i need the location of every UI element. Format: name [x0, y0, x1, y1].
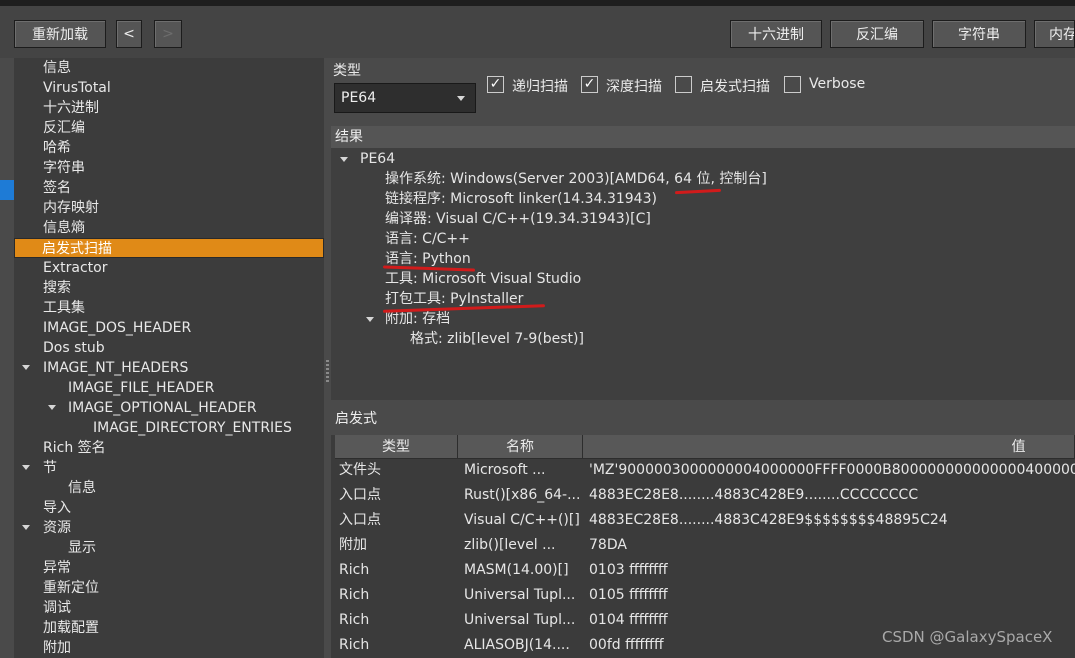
results-tree: PE64 操作系统: Windows(Server 2003)[AMD64, 6… [331, 148, 1075, 400]
hex-button[interactable]: 十六进制 [730, 20, 822, 48]
sidebar-item-directory-entries[interactable]: IMAGE_DIRECTORY_ENTRIES [14, 418, 324, 438]
forward-button[interactable]: > [154, 20, 182, 48]
type-select[interactable]: PE64 [334, 83, 476, 113]
expand-pe64-icon[interactable] [340, 157, 348, 162]
sidebar-item-entropy[interactable]: 信息熵 [14, 218, 324, 238]
sidebar: 信息 VirusTotal 十六进制 反汇编 哈希 字符串 签名 内存映射 信息… [14, 58, 324, 658]
splitter-handle-icon[interactable] [326, 360, 329, 384]
sidebar-item-debug[interactable]: 调试 [14, 598, 324, 618]
sidebar-item-relocations[interactable]: 重新定位 [14, 578, 324, 598]
expand-overlay-icon[interactable] [366, 317, 374, 322]
sidebar-item-imports[interactable]: 导入 [14, 498, 324, 518]
heuristic-table: 类型 名称 值 文件头 Microsoft ... 'MZ'9000003000… [331, 435, 1075, 658]
table-cell-name[interactable]: Universal Tupl... [464, 608, 582, 633]
table-cell-value[interactable]: 78DA [589, 533, 1075, 558]
sidebar-item-info[interactable]: 信息 [14, 58, 324, 78]
sidebar-item-dos-stub[interactable]: Dos stub [14, 338, 324, 358]
chevron-down-icon [457, 96, 465, 101]
results-title: 结果 [331, 126, 1075, 148]
sidebar-item-search[interactable]: 搜索 [14, 278, 324, 298]
sidebar-item-disasm[interactable]: 反汇编 [14, 118, 324, 138]
result-tool[interactable]: 工具: Microsoft Visual Studio [385, 269, 581, 289]
heuristic-scan-label: 启发式扫描 [700, 79, 770, 95]
verbose-checkbox[interactable] [784, 76, 801, 93]
table-cell-name[interactable]: Universal Tupl... [464, 583, 582, 608]
splitter[interactable] [324, 58, 331, 658]
sidebar-item-section-info[interactable]: 信息 [14, 478, 324, 498]
sidebar-item-virustotal[interactable]: VirusTotal [14, 78, 324, 98]
memory-map-button[interactable]: 内存映射 [1034, 20, 1075, 48]
heuristic-title: 启发式 [331, 408, 1075, 430]
table-cell-type[interactable]: 文件头 [339, 458, 458, 483]
annotation-underline-64bit [674, 188, 722, 195]
table-cell-type[interactable]: 附加 [339, 533, 458, 558]
selection-marker [0, 180, 14, 200]
table-cell-type[interactable]: 入口点 [339, 508, 458, 533]
reload-button[interactable]: 重新加载 [14, 20, 106, 48]
toolbar: 重新加载 < > 十六进制 反汇编 字符串 内存映射 [0, 0, 1075, 58]
column-header-value[interactable]: 值 [583, 435, 1075, 459]
sidebar-item-hex[interactable]: 十六进制 [14, 98, 324, 118]
sidebar-item-signatures[interactable]: 签名 [14, 178, 324, 198]
table-cell-value[interactable]: 'MZ'9000003000000004000000FFFF0000B80000… [589, 458, 1075, 483]
result-os[interactable]: 操作系统: Windows(Server 2003)[AMD64, 64 位, … [385, 169, 767, 189]
column-header-name[interactable]: 名称 [458, 435, 583, 459]
verbose-label: Verbose [809, 76, 866, 92]
result-root[interactable]: PE64 [360, 149, 395, 169]
sidebar-item-resources[interactable]: 资源 [14, 518, 324, 538]
sidebar-item-file-header[interactable]: IMAGE_FILE_HEADER [14, 378, 324, 398]
table-cell-name[interactable]: Visual C/C++()[] [464, 508, 582, 533]
heuristic-scan-checkbox[interactable] [675, 76, 692, 93]
table-cell-value[interactable]: 4883EC28E8........4883C428E9........CCCC… [589, 483, 1075, 508]
sidebar-item-rich-signature[interactable]: Rich 签名 [14, 438, 324, 458]
strings-button[interactable]: 字符串 [932, 20, 1026, 48]
table-cell-type[interactable]: Rich [339, 558, 458, 583]
sidebar-item-nt-headers[interactable]: IMAGE_NT_HEADERS [14, 358, 324, 378]
sidebar-item-overlay[interactable]: 附加 [14, 638, 324, 658]
sidebar-item-memory-map[interactable]: 内存映射 [14, 198, 324, 218]
result-compiler[interactable]: 编译器: Visual C/C++(19.34.31943)[C] [385, 209, 651, 229]
sidebar-item-tools[interactable]: 工具集 [14, 298, 324, 318]
table-cell-value[interactable]: 0103 ffffffff [589, 558, 1075, 583]
table-cell-name[interactable]: Microsoft ... [464, 458, 582, 483]
sidebar-item-exceptions[interactable]: 异常 [14, 558, 324, 578]
sidebar-item-optional-header[interactable]: IMAGE_OPTIONAL_HEADER [14, 398, 324, 418]
result-overlay-format[interactable]: 格式: zlib[level 7-9(best)] [410, 329, 584, 349]
sidebar-item-heuristic-scan[interactable]: 启发式扫描 [14, 238, 324, 258]
result-language-c[interactable]: 语言: C/C++ [385, 229, 470, 249]
table-cell-value[interactable]: 4883EC28E8........4883C428E9$$$$$$$$4889… [589, 508, 1075, 533]
type-label: 类型 [333, 63, 361, 79]
sidebar-item-strings[interactable]: 字符串 [14, 158, 324, 178]
table-cell-type[interactable]: Rich [339, 583, 458, 608]
table-cell-name[interactable]: Rust()[x86_64-... [464, 483, 582, 508]
table-cell-type[interactable]: Rich [339, 633, 458, 658]
sidebar-item-resources-view[interactable]: 显示 [14, 538, 324, 558]
deep-scan-label: 深度扫描 [606, 79, 662, 95]
sidebar-item-sections[interactable]: 节 [14, 458, 324, 478]
recursive-scan-label: 递归扫描 [512, 79, 568, 95]
disasm-button[interactable]: 反汇编 [830, 20, 924, 48]
sidebar-item-load-config[interactable]: 加载配置 [14, 618, 324, 638]
sidebar-item-dos-header[interactable]: IMAGE_DOS_HEADER [14, 318, 324, 338]
recursive-scan-checkbox[interactable]: ✓ [487, 76, 504, 93]
sidebar-item-hash[interactable]: 哈希 [14, 138, 324, 158]
table-cell-name[interactable]: ALIASOBJ(14.... [464, 633, 582, 658]
table-cell-name[interactable]: zlib()[level ... [464, 533, 582, 558]
result-linker[interactable]: 链接程序: Microsoft linker(14.34.31943) [385, 189, 657, 209]
deep-scan-checkbox[interactable]: ✓ [581, 76, 598, 93]
back-button[interactable]: < [116, 20, 142, 48]
column-header-type[interactable]: 类型 [335, 435, 458, 459]
table-cell-type[interactable]: Rich [339, 608, 458, 633]
table-cell-type[interactable]: 入口点 [339, 483, 458, 508]
table-cell-name[interactable]: MASM(14.00)[] [464, 558, 582, 583]
table-cell-value[interactable]: 0105 ffffffff [589, 583, 1075, 608]
type-select-value: PE64 [341, 90, 377, 106]
watermark: CSDN @GalaxySpaceX [882, 628, 1053, 646]
sidebar-item-extractor[interactable]: Extractor [14, 258, 324, 278]
